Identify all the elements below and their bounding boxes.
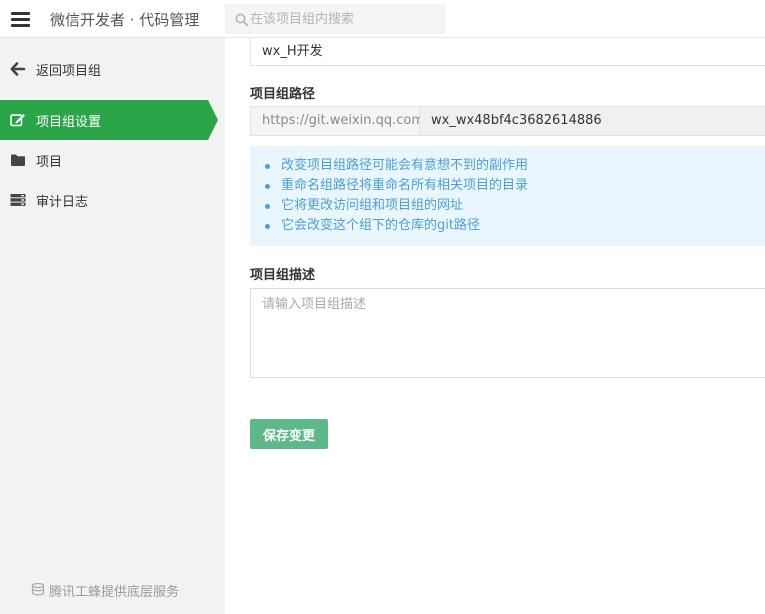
sidebar-item-label: 审计日志 — [36, 195, 89, 210]
search-box[interactable] — [225, 4, 445, 34]
folder-icon — [11, 154, 25, 166]
back-label: 返回项目组 — [36, 64, 102, 79]
save-changes-button[interactable]: 保存变更 — [250, 419, 328, 449]
path-change-warning: 改变项目组路径可能会有意想不到的副作用 重命名组路径将重命名所有相关项目的目录 … — [250, 146, 765, 246]
path-prefix-addon: https://git.weixin.qq.com — [251, 107, 424, 135]
group-name-field[interactable]: wx_H开发 — [250, 34, 765, 66]
description-label: 项目组描述 — [250, 268, 316, 283]
sidebar-item-label: 项目 — [36, 155, 63, 170]
edit-icon — [10, 114, 25, 127]
sidebar: 返回项目组 项目组设置 项目 审计日志 腾讯工蜂提供底层服务 — [0, 38, 225, 614]
path-label: 项目组路径 — [250, 87, 316, 102]
warning-item: 重命名组路径将重命名所有相关项目的目录 — [264, 176, 528, 196]
warning-item: 它会改变这个组下的仓库的git路径 — [264, 216, 528, 236]
description-textarea[interactable] — [251, 289, 765, 377]
warning-item: 改变项目组路径可能会有意想不到的副作用 — [264, 156, 528, 176]
path-value-text: wx_wx48bf4c3682614886 — [431, 113, 602, 128]
sidebar-item-group-settings[interactable]: 项目组设置 — [0, 100, 218, 140]
main-content: wx_H开发 项目组路径 https://git.weixin.qq.com w… — [225, 34, 765, 614]
warning-item: 它将更改访问组和项目组的网址 — [264, 196, 528, 216]
path-input[interactable]: wx_wx48bf4c3682614886 — [420, 107, 765, 135]
hamburger-menu-icon[interactable] — [11, 12, 30, 27]
app-title: 微信开发者 · 代码管理 — [50, 11, 200, 29]
group-path-field: https://git.weixin.qq.com wx_wx48bf4c368… — [250, 106, 765, 136]
sidebar-item-projects[interactable]: 项目 — [0, 140, 208, 180]
top-bar: 微信开发者 · 代码管理 — [0, 0, 765, 38]
description-field[interactable] — [250, 288, 765, 378]
server-list-icon — [10, 194, 26, 206]
footer-label: 腾讯工蜂提供底层服务 — [49, 585, 180, 600]
database-icon — [31, 583, 45, 596]
arrow-left-icon — [10, 62, 26, 76]
sidebar-item-audit-log[interactable]: 审计日志 — [0, 180, 208, 220]
search-input[interactable] — [250, 7, 440, 31]
search-icon — [235, 13, 249, 27]
sidebar-item-label: 项目组设置 — [36, 115, 102, 130]
group-name-value: wx_H开发 — [262, 44, 323, 59]
path-prefix-text: https://git.weixin.qq.com — [262, 113, 425, 128]
back-to-groups-link[interactable]: 返回项目组 — [0, 49, 208, 89]
